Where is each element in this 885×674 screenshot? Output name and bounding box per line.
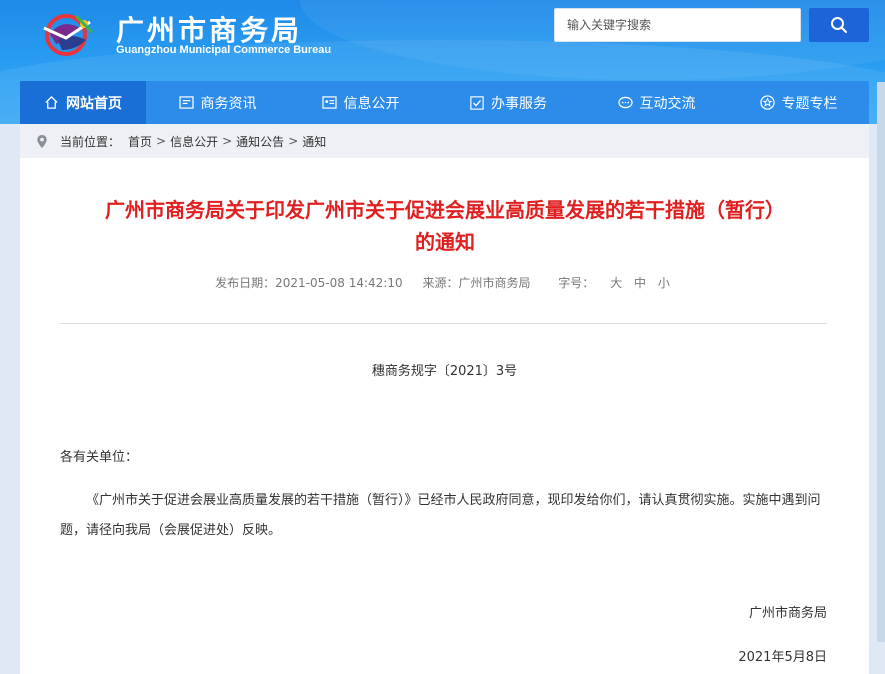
nav-item-special-topics[interactable]: 专题专栏 — [728, 81, 869, 124]
search-button[interactable] — [809, 8, 869, 42]
chat-icon — [617, 96, 633, 108]
location-pin-icon — [37, 134, 47, 148]
signature-date: 2021年5月8日 — [738, 650, 827, 665]
article-source: 来源：广州市商务局 — [422, 276, 531, 290]
article-container: 广州市商务局关于印发广州市关于促进会展业高质量发展的若干措施（暂行） 的通知 发… — [20, 158, 869, 674]
bureau-logo-icon[interactable] — [36, 10, 98, 58]
home-icon — [45, 95, 58, 109]
news-icon — [178, 96, 194, 109]
nav-label: 商务资讯 — [200, 95, 257, 112]
nav-item-info-disclosure[interactable]: 信息公开 — [289, 81, 432, 124]
nav-label: 办事服务 — [491, 95, 547, 112]
nav-item-services[interactable]: 办事服务 — [432, 81, 585, 124]
breadcrumb-link-info[interactable]: 信息公开 — [170, 133, 218, 150]
breadcrumb-prefix: 当前位置： — [60, 134, 121, 149]
font-size-large-button[interactable]: 大 — [610, 276, 622, 290]
breadcrumb-separator: > — [222, 134, 233, 148]
scrollbar[interactable] — [877, 82, 885, 642]
article-title-line: 广州市商务局关于印发广州市关于促进会展业高质量发展的若干措施（暂行） — [105, 198, 785, 222]
breadcrumb: 当前位置： 首页 > 信息公开 > 通知公告 > 通知 — [20, 124, 869, 158]
article-meta: 发布日期：2021-05-08 14:42:10 来源：广州市商务局 字号： 大… — [20, 274, 869, 291]
star-badge-icon — [759, 95, 775, 110]
nav-label: 专题专栏 — [781, 95, 838, 112]
nav-item-interaction[interactable]: 互动交流 — [585, 81, 728, 124]
checkbox-icon — [470, 95, 484, 110]
site-subtitle: Guangzhou Municipal Commerce Bureau — [116, 44, 332, 56]
nav-item-news[interactable]: 商务资讯 — [146, 81, 289, 124]
breadcrumb-link-notices[interactable]: 通知公告 — [236, 133, 284, 150]
breadcrumb-link-home[interactable]: 首页 — [128, 133, 152, 150]
breadcrumb-separator: > — [288, 134, 299, 148]
divider — [60, 323, 827, 324]
nav-label: 互动交流 — [639, 95, 696, 112]
info-card-icon — [321, 96, 337, 109]
main-nav: 网站首页 商务资讯 信息公开 办事服务 互动交流 专题专栏 — [20, 81, 869, 124]
font-size-label: 字号： — [558, 276, 595, 290]
font-size-control: 字号： 大 中 小 — [550, 276, 674, 290]
document-number: 穗商务规字〔2021〕3号 — [371, 364, 518, 379]
article-body: 《广州市关于促进会展业高质量发展的若干措施（暂行）》已经市人民政府同意，现印发给… — [60, 493, 821, 538]
site-title[interactable]: 广州市商务局 — [116, 9, 302, 49]
search-input[interactable]: 输入关键字搜索 — [554, 8, 801, 42]
nav-item-home[interactable]: 网站首页 — [20, 81, 146, 124]
salutation: 各有关单位： — [60, 450, 139, 465]
article-title-line: 的通知 — [415, 230, 475, 254]
font-size-medium-button[interactable]: 中 — [634, 276, 646, 290]
signature: 广州市商务局 — [748, 606, 827, 621]
breadcrumb-link-notice[interactable]: 通知 — [302, 133, 326, 150]
nav-label: 信息公开 — [343, 95, 400, 112]
font-size-small-button[interactable]: 小 — [658, 276, 670, 290]
search-icon — [831, 17, 847, 33]
publish-date: 发布日期：2021-05-08 14:42:10 — [215, 276, 403, 290]
nav-label: 网站首页 — [66, 95, 122, 112]
article-title: 广州市商务局关于印发广州市关于促进会展业高质量发展的若干措施（暂行） 的通知 — [60, 194, 830, 258]
breadcrumb-separator: > — [156, 134, 167, 148]
